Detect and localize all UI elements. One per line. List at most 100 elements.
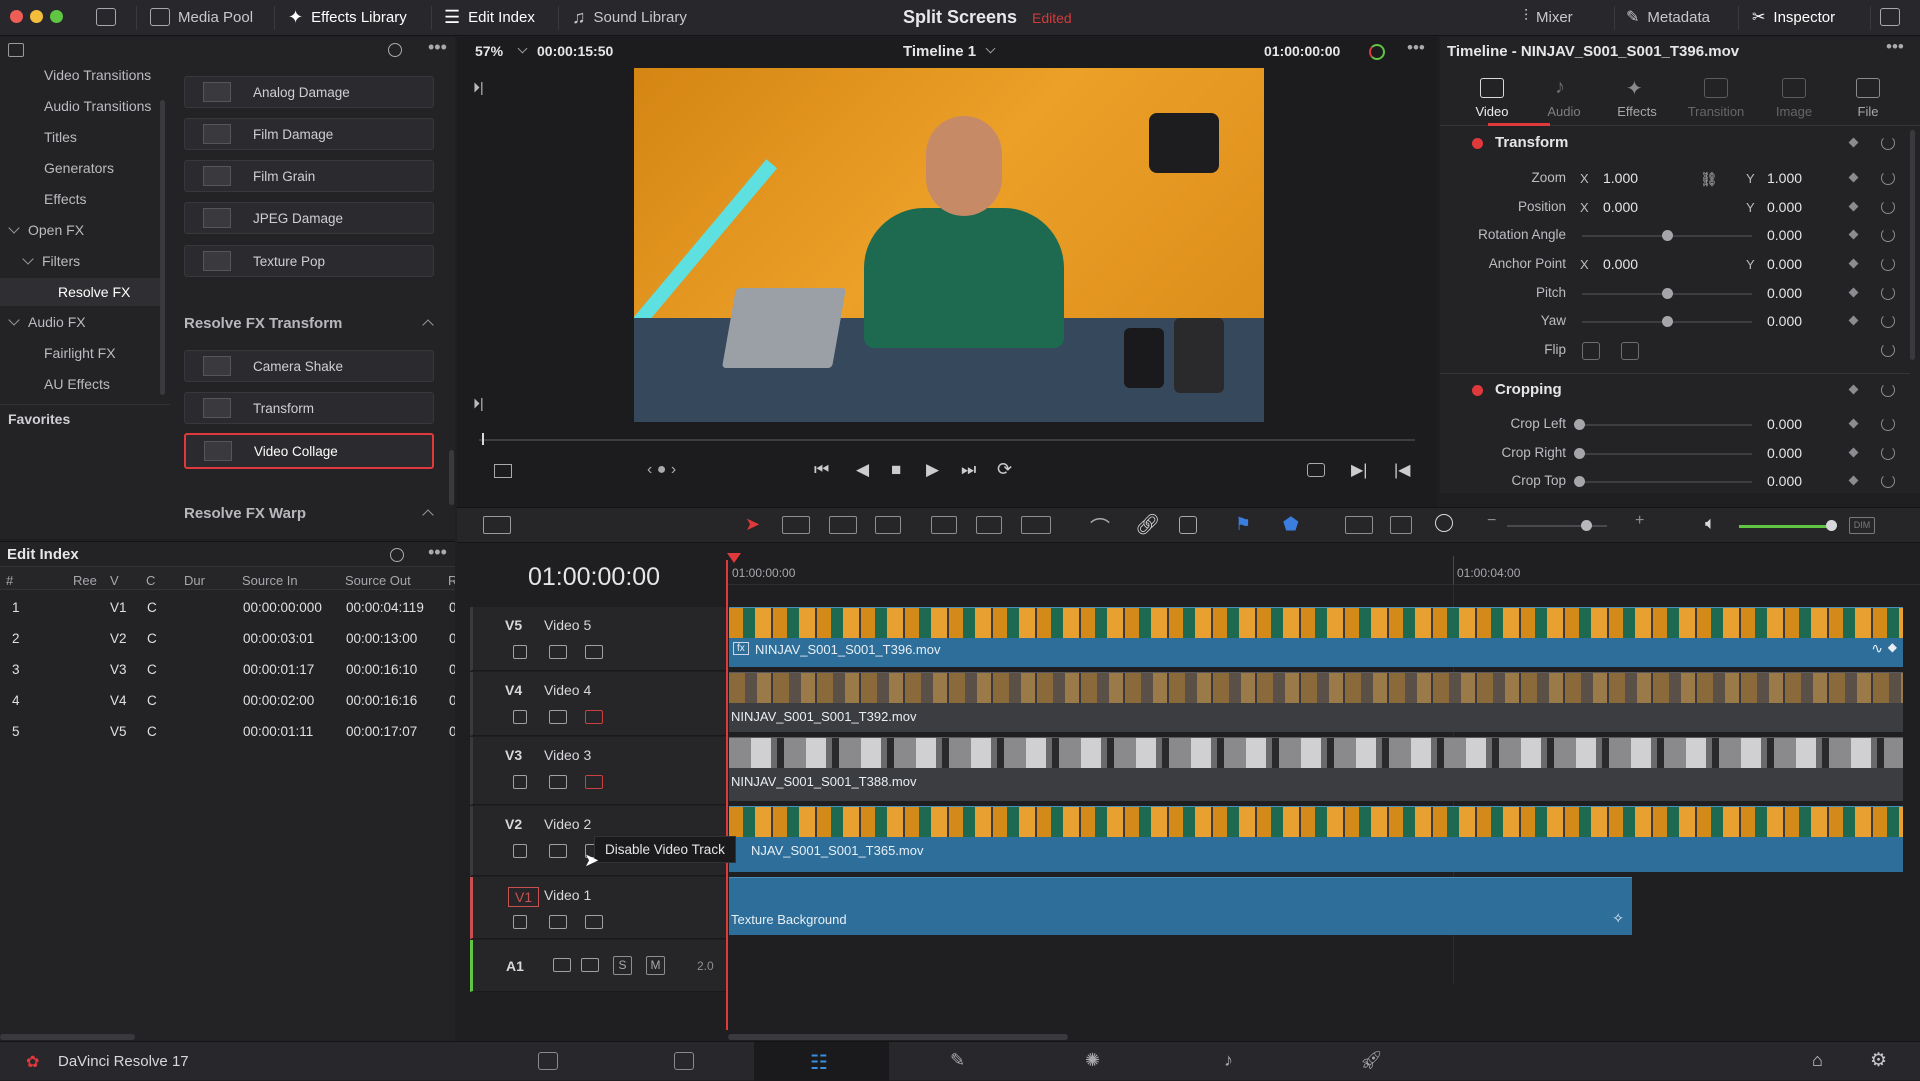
timeline-clip-v4[interactable]: NINJAV_S001_S001_T392.mov (729, 672, 1903, 732)
media-page-icon[interactable] (538, 1052, 558, 1070)
crop-right-value[interactable]: 0.000 (1767, 445, 1802, 461)
flag-icon[interactable]: ⚑ (1235, 514, 1251, 535)
mixer-button[interactable]: ⫶ Mixer (1524, 0, 1573, 34)
tree-scrollbar[interactable] (160, 100, 165, 395)
track-header-a1[interactable]: A1 S M 2.0 (470, 940, 726, 992)
maximize-window-button[interactable] (50, 10, 63, 23)
settings-gear-icon[interactable]: ⚙ (1870, 1049, 1887, 1072)
tab-transition-icon[interactable] (1704, 78, 1728, 98)
position-y-value[interactable]: 0.000 (1767, 199, 1802, 215)
position-lock-icon[interactable] (1179, 516, 1197, 534)
search-icon[interactable] (388, 43, 402, 57)
linked-selection-icon[interactable]: 🔗︎ (1135, 512, 1160, 537)
auto-track-select-icon[interactable] (549, 710, 567, 724)
timeline-clip-v1[interactable]: Texture Background ✧ (729, 877, 1632, 935)
sound-library-button[interactable]: ♫ Sound Library (572, 0, 687, 34)
timeline-clip-v3[interactable]: NINJAV_S001_S001_T388.mov (729, 737, 1903, 801)
skip-end-icon[interactable]: ⏵| (473, 395, 484, 412)
effect-film-grain[interactable]: Film Grain (184, 160, 434, 192)
edit-index-button[interactable]: ☰ Edit Index (444, 0, 535, 34)
stop-button[interactable]: ■ (891, 460, 901, 480)
lock-icon[interactable] (553, 958, 571, 972)
match-frame-icon[interactable] (1307, 463, 1325, 477)
zoom-in-icon[interactable]: + (1635, 512, 1644, 530)
search-icon[interactable] (390, 548, 404, 562)
timeline-scrollbar[interactable] (728, 1034, 1068, 1040)
reset-icon[interactable] (1881, 383, 1895, 397)
timeline-clip-v2[interactable]: NJAV_S001_S001_T365.mov (729, 806, 1903, 872)
effect-film-damage[interactable]: Film Damage (184, 118, 434, 150)
rotation-angle-slider-knob[interactable] (1662, 230, 1673, 241)
reset-icon[interactable] (1881, 314, 1895, 328)
minimize-window-button[interactable] (30, 10, 43, 23)
tree-audio-fx[interactable]: Audio FX (8, 314, 86, 330)
flip-vertical-button[interactable] (1621, 342, 1639, 360)
col-number[interactable]: # (6, 573, 13, 588)
position-x-value[interactable]: 0.000 (1603, 199, 1638, 215)
tab-video[interactable]: Video (1452, 104, 1532, 119)
media-pool-button[interactable]: Media Pool (150, 0, 253, 34)
timeline-playhead[interactable] (726, 560, 728, 1030)
favorites-section[interactable]: Favorites (0, 404, 170, 434)
auto-track-select-icon[interactable] (549, 844, 567, 858)
effect-analog-damage[interactable]: Analog Damage (184, 76, 434, 108)
insert-clip-icon[interactable] (931, 516, 957, 534)
toggle-video-track-icon[interactable] (585, 915, 603, 929)
volume-slider[interactable] (1739, 525, 1831, 528)
reset-icon[interactable] (1881, 417, 1895, 431)
tab-audio[interactable]: Audio (1524, 104, 1604, 119)
transform-enable-toggle[interactable] (1472, 138, 1483, 149)
speaker-icon[interactable]: 🔈︎ (1705, 513, 1716, 534)
viewer-scrubber[interactable] (479, 439, 1415, 441)
lock-icon[interactable] (513, 775, 527, 789)
yaw-value[interactable]: 0.000 (1767, 313, 1802, 329)
tree-fairlight-fx[interactable]: Fairlight FX (44, 345, 116, 361)
lock-icon[interactable] (513, 645, 527, 659)
lock-icon[interactable] (513, 844, 527, 858)
tab-video-icon[interactable] (1480, 78, 1504, 98)
col-source-in[interactable]: Source In (242, 573, 298, 588)
more-options-icon[interactable]: ••• (428, 37, 447, 58)
loop-button[interactable]: ⟳ (997, 459, 1012, 480)
video-disabled-icon[interactable] (585, 710, 603, 724)
next-edit-button[interactable]: ▶| (1351, 460, 1367, 480)
crop-left-slider[interactable] (1582, 424, 1752, 426)
track-header-v5[interactable]: V5 Video 5 (470, 607, 726, 671)
color-page-icon[interactable]: ✺ (1085, 1050, 1100, 1071)
col-duration[interactable]: Dur (184, 573, 205, 588)
effect-texture-pop[interactable]: Texture Pop (184, 245, 434, 277)
zoom-slider-knob[interactable] (1581, 520, 1592, 531)
sidebar-toggle-icon[interactable] (8, 43, 24, 57)
tree-video-transitions[interactable]: Video Transitions (44, 67, 151, 83)
timeline-selector[interactable]: Timeline 1 (903, 43, 976, 60)
rotation-angle-value[interactable]: 0.000 (1767, 227, 1802, 243)
crop-left-value[interactable]: 0.000 (1767, 416, 1802, 432)
solo-button[interactable]: S (613, 956, 632, 975)
cropping-header[interactable]: Cropping (1495, 381, 1562, 398)
dynamic-trim-icon[interactable] (829, 516, 857, 534)
tree-titles[interactable]: Titles (44, 129, 77, 145)
metadata-button[interactable]: ✎ Metadata (1626, 0, 1710, 34)
video-frame[interactable] (634, 68, 1264, 422)
zoom-y-value[interactable]: 1.000 (1767, 170, 1802, 186)
zoom-slider[interactable] (1507, 525, 1607, 527)
close-window-button[interactable] (10, 10, 23, 23)
sync-icon[interactable] (1369, 44, 1385, 60)
tab-file-icon[interactable] (1856, 78, 1880, 98)
pitch-slider-knob[interactable] (1662, 288, 1673, 299)
auto-track-select-icon[interactable] (549, 915, 567, 929)
trim-tool-icon[interactable] (782, 516, 810, 534)
yaw-slider-knob[interactable] (1662, 316, 1673, 327)
reset-icon[interactable] (1881, 474, 1895, 488)
pitch-value[interactable]: 0.000 (1767, 285, 1802, 301)
section-resolve-fx-transform[interactable]: Resolve FX Transform (184, 315, 434, 332)
col-clip[interactable]: C (146, 573, 155, 588)
effects-list-scrollbar[interactable] (449, 450, 454, 505)
scrubber-playhead[interactable] (482, 433, 484, 445)
blade-tool-icon[interactable] (875, 516, 901, 534)
play-reverse-button[interactable]: ◀ (856, 460, 869, 480)
tree-open-fx[interactable]: Open FX (8, 222, 84, 238)
effects-library-button[interactable]: ✦ Effects Library (288, 0, 407, 34)
keyframe-icon[interactable]: ◆ (1888, 640, 1897, 654)
timeline-playhead-head[interactable] (727, 553, 741, 563)
